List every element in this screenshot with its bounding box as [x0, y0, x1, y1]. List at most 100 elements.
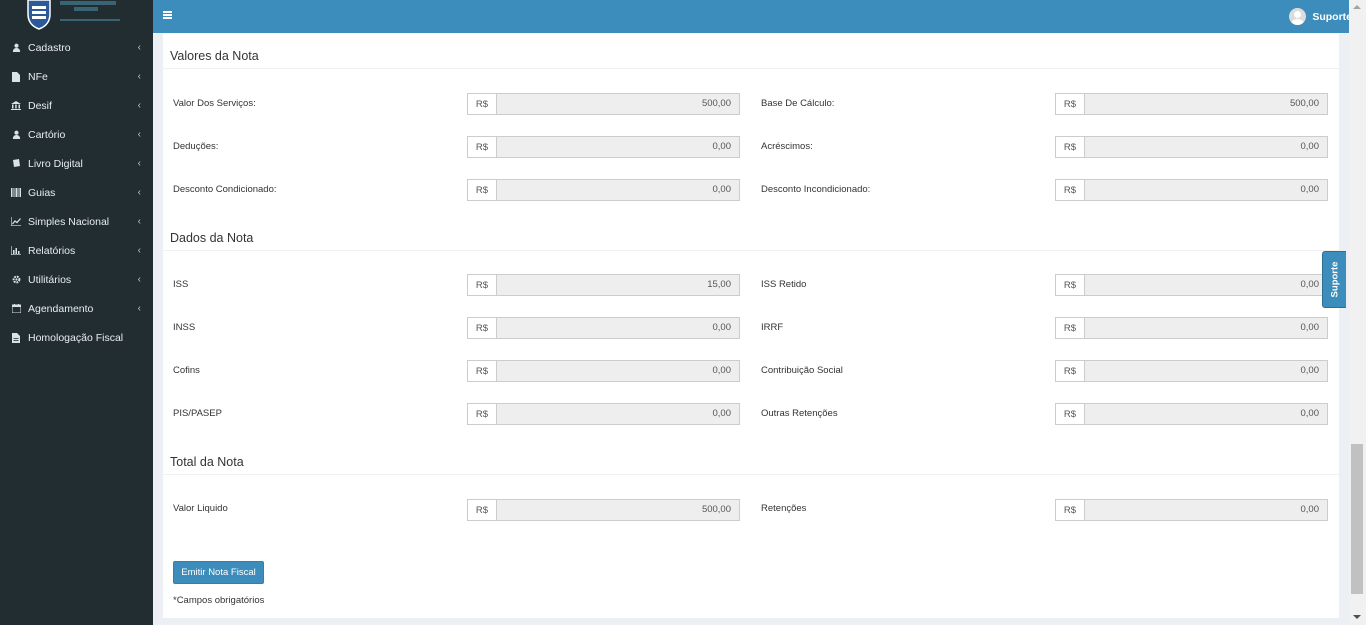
value-field[interactable]: 0,00 [1085, 403, 1328, 425]
sidebar-item-cartorio[interactable]: Cartório ‹ [0, 120, 153, 149]
value-field[interactable]: 500,00 [1085, 93, 1328, 115]
input-inss[interactable]: R$ 0,00 [467, 317, 740, 339]
sidebar-item-label: Guias [28, 186, 56, 199]
value-field[interactable]: 0,00 [497, 360, 740, 382]
barcode-icon [11, 188, 21, 198]
input-valor-servicos[interactable]: R$ 500,00 [467, 93, 740, 115]
label-desconto-condicionado: Desconto Condicionado: [173, 184, 277, 195]
sidebar-item-homologacao-fiscal[interactable]: Homologação Fiscal [0, 323, 153, 352]
input-contribuicao-social[interactable]: R$ 0,00 [1055, 360, 1328, 382]
value-field[interactable]: 500,00 [497, 499, 740, 521]
value-field[interactable]: 0,00 [1085, 179, 1328, 201]
section-title-valores: Valores da Nota [170, 49, 259, 63]
sidebar-item-cadastro[interactable]: Cadastro ‹ [0, 33, 153, 62]
currency-addon: R$ [1055, 499, 1085, 521]
file-icon [11, 71, 21, 82]
input-acrescimos[interactable]: R$ 0,00 [1055, 136, 1328, 158]
chevron-left-icon: ‹ [137, 42, 141, 53]
sidebar-item-label: NFe [28, 70, 48, 83]
label-iss: ISS [173, 279, 189, 290]
currency-addon: R$ [467, 360, 497, 382]
section-title-total: Total da Nota [170, 455, 244, 469]
value-field[interactable]: 0,00 [1085, 317, 1328, 339]
municipal-crest-logo [27, 0, 51, 30]
currency-addon: R$ [1055, 179, 1085, 201]
input-retencoes[interactable]: R$ 0,00 [1055, 499, 1328, 521]
scroll-thumb[interactable] [1351, 444, 1363, 594]
label-iss-retido: ISS Retido [761, 279, 807, 290]
chevron-left-icon: ‹ [137, 129, 141, 140]
input-outras-retencoes[interactable]: R$ 0,00 [1055, 403, 1328, 425]
label-pis-pasep: PIS/PASEP [173, 408, 222, 419]
invoice-form-panel: Valores da Nota Valor Dos Serviços: R$ 5… [163, 33, 1339, 618]
value-field[interactable]: 0,00 [1085, 274, 1328, 296]
sidebar-item-nfe[interactable]: NFe ‹ [0, 62, 153, 91]
sidebar-item-simples-nacional[interactable]: Simples Nacional ‹ [0, 207, 153, 236]
sidebar-item-guias[interactable]: Guias ‹ [0, 178, 153, 207]
chevron-left-icon: ‹ [137, 158, 141, 169]
input-desconto-incondicionado[interactable]: R$ 0,00 [1055, 179, 1328, 201]
value-field[interactable]: 0,00 [497, 179, 740, 201]
sidebar-item-utilitarios[interactable]: Utilitários ‹ [0, 265, 153, 294]
emit-invoice-button[interactable]: Emitir Nota Fiscal [173, 561, 264, 584]
value-field[interactable]: 0,00 [1085, 499, 1328, 521]
sidebar-item-desif[interactable]: Desif ‹ [0, 91, 153, 120]
hamburger-icon[interactable] [163, 11, 172, 19]
scroll-up-arrow-icon[interactable] [1353, 5, 1361, 9]
chevron-left-icon: ‹ [137, 71, 141, 82]
value-field[interactable]: 0,00 [1085, 136, 1328, 158]
label-contribuicao-social: Contribuição Social [761, 365, 843, 376]
chevron-left-icon: ‹ [137, 216, 141, 227]
currency-addon: R$ [467, 403, 497, 425]
value-field[interactable]: 0,00 [497, 403, 740, 425]
currency-addon: R$ [467, 179, 497, 201]
sidebar-item-label: Relatórios [28, 244, 76, 257]
value-field[interactable]: 15,00 [497, 274, 740, 296]
scroll-down-arrow-icon[interactable] [1353, 615, 1361, 619]
chevron-left-icon: ‹ [137, 245, 141, 256]
sidebar-item-label: Cadastro [28, 41, 71, 54]
logo[interactable] [0, 0, 153, 34]
sidebar-item-livro-digital[interactable]: Livro Digital ‹ [0, 149, 153, 178]
avatar [1289, 8, 1307, 25]
input-iss[interactable]: R$ 15,00 [467, 274, 740, 296]
sidebar-item-label: Utilitários [28, 273, 72, 286]
sidebar-item-label: Livro Digital [28, 157, 83, 170]
support-tab-label: Suporte [1329, 261, 1341, 298]
sidebar: Cadastro ‹ NFe ‹ Desif ‹ Cartório ‹ Livr… [0, 0, 153, 625]
currency-addon: R$ [467, 93, 497, 115]
input-cofins[interactable]: R$ 0,00 [467, 360, 740, 382]
input-base-calculo[interactable]: R$ 500,00 [1055, 93, 1328, 115]
value-field[interactable]: 0,00 [497, 317, 740, 339]
calendar-icon [11, 304, 21, 314]
currency-addon: R$ [467, 499, 497, 521]
section-divider [163, 474, 1339, 475]
label-inss: INSS [173, 322, 196, 333]
chevron-left-icon: ‹ [137, 100, 141, 111]
currency-addon: R$ [467, 136, 497, 158]
input-desconto-condicionado[interactable]: R$ 0,00 [467, 179, 740, 201]
book-icon [11, 159, 21, 169]
value-field[interactable]: 500,00 [497, 93, 740, 115]
input-deducoes[interactable]: R$ 0,00 [467, 136, 740, 158]
value-field[interactable]: 0,00 [497, 136, 740, 158]
currency-addon: R$ [1055, 403, 1085, 425]
support-tab-button[interactable]: Suporte [1322, 251, 1346, 308]
sidebar-item-label: Homologação Fiscal [28, 331, 124, 344]
required-fields-note: *Campos obrigatórios [173, 595, 265, 606]
input-irrf[interactable]: R$ 0,00 [1055, 317, 1328, 339]
user-menu[interactable]: Suporte [1289, 8, 1352, 25]
user-icon [11, 130, 21, 140]
sidebar-item-agendamento[interactable]: Agendamento ‹ [0, 294, 153, 323]
input-iss-retido[interactable]: R$ 0,00 [1055, 274, 1328, 296]
page-scrollbar[interactable] [1349, 0, 1366, 625]
sidebar-item-relatorios[interactable]: Relatórios ‹ [0, 236, 153, 265]
value-field[interactable]: 0,00 [1085, 360, 1328, 382]
label-outras-retencoes: Outras Retenções [761, 408, 838, 419]
input-valor-liquido[interactable]: R$ 500,00 [467, 499, 740, 521]
label-valor-liquido: Valor Liquido [173, 503, 228, 514]
gear-icon [11, 275, 21, 285]
input-pis-pasep[interactable]: R$ 0,00 [467, 403, 740, 425]
currency-addon: R$ [467, 317, 497, 339]
currency-addon: R$ [467, 274, 497, 296]
